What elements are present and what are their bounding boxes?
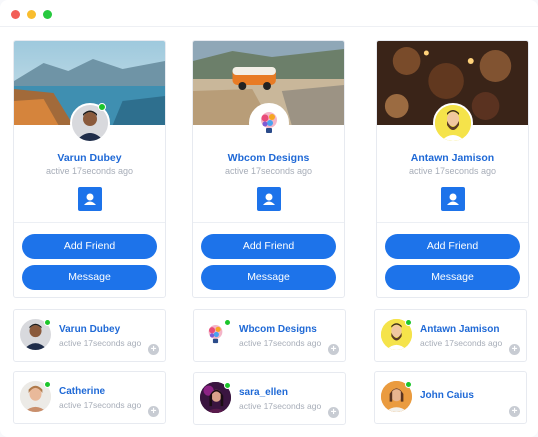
list-item-catherine[interactable]: Catherine active 17seconds ago + (13, 371, 166, 424)
member-card-wbcom-designs: Wbcom Designs active 17seconds ago Add F… (192, 40, 345, 298)
member-name[interactable]: Varun Dubey (59, 324, 120, 335)
last-active: active 17seconds ago (45, 166, 134, 176)
maximize-dot[interactable] (43, 10, 52, 19)
card-divider (14, 222, 165, 223)
plus-icon[interactable]: + (148, 406, 159, 417)
member-name[interactable]: Antawn Jamison (420, 324, 499, 335)
message-button[interactable]: Message (22, 265, 157, 290)
online-status-dot (224, 382, 231, 389)
member-avatar[interactable] (432, 103, 473, 143)
message-button[interactable]: Message (201, 265, 336, 290)
last-active: active 17seconds ago (59, 338, 142, 348)
user-icon (446, 193, 459, 205)
view-profile-button[interactable] (440, 187, 465, 211)
user-icon (83, 193, 96, 205)
member-card-antawn-jamison: Antawn Jamison active 17seconds ago Add … (376, 40, 529, 298)
member-avatar[interactable] (248, 103, 289, 143)
add-friend-button[interactable]: Add Friend (22, 234, 157, 259)
online-status-dot (44, 381, 51, 388)
member-name[interactable]: Antawn Jamison (377, 152, 528, 164)
window: Varun Dubey active 17seconds ago Add Fri… (0, 0, 538, 437)
add-friend-button[interactable]: Add Friend (201, 234, 336, 259)
plus-icon[interactable]: + (509, 406, 520, 417)
plus-icon[interactable]: + (328, 344, 339, 355)
member-name[interactable]: sara_ellen (239, 387, 288, 398)
last-active: active 17seconds ago (59, 400, 142, 410)
card-divider (193, 222, 344, 223)
member-name[interactable]: John Caius (420, 390, 474, 401)
list-item-antawn-jamison[interactable]: Antawn Jamison active 17seconds ago + (374, 309, 527, 362)
online-status-dot (44, 319, 51, 326)
list-item-john-caius[interactable]: John Caius + (374, 371, 527, 424)
view-profile-button[interactable] (77, 187, 102, 211)
plus-icon[interactable]: + (509, 344, 520, 355)
last-active: active 17seconds ago (420, 338, 503, 348)
list-item-sara-ellen[interactable]: sara_ellen active 17seconds ago + (193, 372, 346, 425)
window-controls (11, 10, 52, 19)
member-name[interactable]: Wbcom Designs (239, 324, 317, 335)
member-card-varun-dubey: Varun Dubey active 17seconds ago Add Fri… (13, 40, 166, 298)
online-status-dot (98, 103, 106, 111)
user-icon (262, 193, 275, 205)
online-status-dot (224, 319, 231, 326)
last-active: active 17seconds ago (224, 166, 313, 176)
online-status-dot (405, 319, 412, 326)
message-button[interactable]: Message (385, 265, 520, 290)
card-divider (377, 222, 528, 223)
online-status-dot (405, 381, 412, 388)
last-active: active 17seconds ago (408, 166, 497, 176)
add-friend-button[interactable]: Add Friend (385, 234, 520, 259)
member-name[interactable]: Varun Dubey (14, 152, 165, 164)
close-dot[interactable] (11, 10, 20, 19)
list-item-varun-dubey[interactable]: Varun Dubey active 17seconds ago + (13, 309, 166, 362)
plus-icon[interactable]: + (148, 344, 159, 355)
view-profile-button[interactable] (256, 187, 281, 211)
minimize-dot[interactable] (27, 10, 36, 19)
titlebar-divider (0, 26, 538, 27)
last-active: active 17seconds ago (239, 401, 322, 411)
plus-icon[interactable]: + (328, 407, 339, 418)
member-name[interactable]: Wbcom Designs (193, 152, 344, 164)
last-active: active 17seconds ago (239, 338, 322, 348)
list-item-wbcom-designs[interactable]: Wbcom Designs active 17seconds ago + (193, 309, 346, 362)
member-name[interactable]: Catherine (59, 386, 105, 397)
